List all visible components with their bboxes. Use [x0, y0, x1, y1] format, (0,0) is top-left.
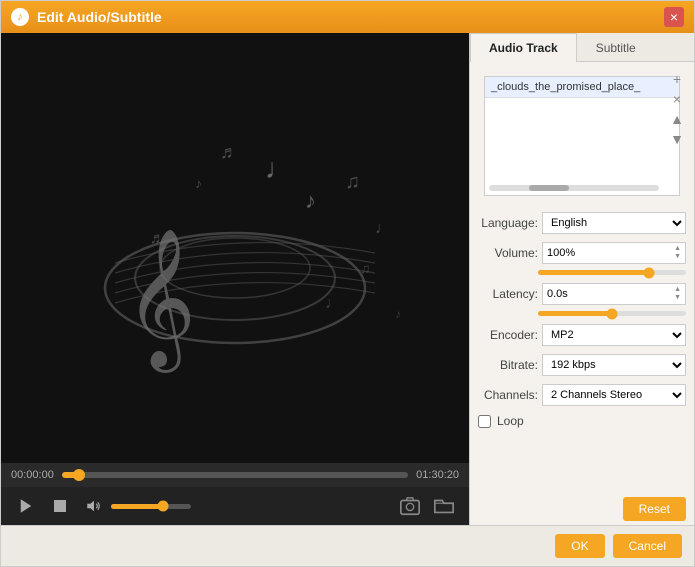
loop-row: Loop [470, 410, 694, 432]
volume-row: Volume: 100% ▲ ▼ [470, 238, 694, 268]
language-label: Language: [478, 216, 538, 230]
channels-row: Channels: 2 Channels Stereo 1 Channel Mo… [470, 380, 694, 410]
play-button[interactable] [15, 495, 37, 517]
volume-slider-row [470, 268, 694, 279]
titlebar-left: ♪ Edit Audio/Subtitle [11, 8, 162, 26]
reset-button[interactable]: Reset [623, 497, 686, 521]
svg-text:♩: ♩ [375, 220, 391, 237]
close-button[interactable]: × [664, 7, 684, 27]
latency-slider-thumb [607, 308, 618, 319]
track-scrollbar[interactable] [489, 185, 659, 191]
tab-subtitle[interactable]: Subtitle [577, 33, 655, 62]
controls-bar [1, 487, 469, 525]
camera-icon [399, 495, 421, 517]
time-total: 01:30:20 [416, 469, 459, 481]
bitrate-row: Bitrate: 128 kbps 192 kbps 256 kbps 320 … [470, 350, 694, 380]
edit-audio-subtitle-dialog: ♪ Edit Audio/Subtitle × [0, 0, 695, 567]
time-current: 00:00:00 [11, 469, 54, 481]
volume-spinbox-arrows[interactable]: ▲ ▼ [674, 243, 681, 263]
bitrate-label: Bitrate: [478, 358, 538, 372]
timeline-bar: 00:00:00 01:30:20 [1, 463, 469, 487]
svg-text:♬: ♬ [220, 142, 238, 162]
cancel-button[interactable]: Cancel [613, 534, 682, 558]
svg-text:♪: ♪ [395, 307, 401, 321]
video-area: 𝄞 ♩ ♪ ♫ ♬ ♩ ♪ ♫ ♩ ♬ ♪ [1, 33, 469, 463]
language-select[interactable]: English French German [542, 212, 686, 234]
volume-up-arrow[interactable]: ▲ [674, 245, 681, 253]
stop-button[interactable] [49, 495, 71, 517]
settings-spacer [470, 432, 694, 493]
volume-track[interactable] [538, 270, 686, 275]
title-icon: ♪ [11, 8, 29, 26]
progress-thumb [73, 469, 85, 481]
track-list[interactable]: _clouds_the_promised_place_ [484, 76, 680, 196]
track-side-buttons: + × ▲ ▼ [666, 68, 688, 150]
svg-text:♩: ♩ [265, 153, 293, 184]
volume-icon [85, 497, 103, 515]
screenshot-button[interactable] [399, 495, 421, 517]
right-settings-actions: Reset [470, 493, 694, 525]
svg-text:♬: ♬ [150, 230, 165, 247]
track-down-button[interactable]: ▼ [668, 130, 686, 148]
tab-audio-track[interactable]: Audio Track [470, 33, 577, 62]
channels-label: Channels: [478, 388, 538, 402]
track-list-container: _clouds_the_promised_place_ + × ▲ ▼ [476, 68, 688, 204]
encoder-label: Encoder: [478, 328, 538, 342]
latency-row: Latency: 0.0s ▲ ▼ [470, 279, 694, 309]
svg-text:♫: ♫ [345, 171, 360, 193]
language-row: Language: English French German [470, 208, 694, 238]
volume-slider-fill [538, 270, 649, 275]
latency-down-arrow[interactable]: ▼ [674, 294, 681, 302]
track-up-button[interactable]: ▲ [668, 110, 686, 128]
folder-icon [433, 495, 455, 517]
settings-panel: Audio Track Subtitle _clouds_the_promise… [469, 33, 694, 525]
svg-text:♪: ♪ [195, 175, 202, 191]
tabs-bar: Audio Track Subtitle [470, 33, 694, 62]
channels-select[interactable]: 2 Channels Stereo 1 Channel Mono 5.1 Sur… [542, 384, 686, 406]
music-visual: 𝄞 ♩ ♪ ♫ ♬ ♩ ♪ ♫ ♩ ♬ ♪ [65, 88, 405, 408]
bitrate-select[interactable]: 128 kbps 192 kbps 256 kbps 320 kbps [542, 354, 686, 376]
latency-spinbox-arrows[interactable]: ▲ ▼ [674, 284, 681, 304]
latency-up-arrow[interactable]: ▲ [674, 286, 681, 294]
volume-label: Volume: [478, 246, 538, 260]
volume-down-arrow[interactable]: ▼ [674, 253, 681, 261]
volume-spinbox[interactable]: 100% ▲ ▼ [542, 242, 686, 264]
main-content: 𝄞 ♩ ♪ ♫ ♬ ♩ ♪ ♫ ♩ ♬ ♪ [1, 33, 694, 525]
latency-value: 0.0s [547, 288, 568, 300]
latency-label: Latency: [478, 287, 538, 301]
player-panel: 𝄞 ♩ ♪ ♫ ♬ ♩ ♪ ♫ ♩ ♬ ♪ [1, 33, 469, 525]
svg-text:♩: ♩ [325, 295, 341, 312]
volume-slider[interactable] [111, 504, 191, 509]
track-remove-button[interactable]: × [668, 90, 686, 108]
encoder-row: Encoder: MP2 MP3 AAC [470, 320, 694, 350]
loop-label: Loop [497, 414, 524, 428]
svg-text:♪: ♪ [305, 188, 316, 213]
loop-checkbox[interactable] [478, 415, 491, 428]
ok-button[interactable]: OK [555, 534, 604, 558]
volume-fill [111, 504, 163, 509]
volume-value: 100% [547, 247, 575, 259]
latency-spinbox[interactable]: 0.0s ▲ ▼ [542, 283, 686, 305]
titlebar: ♪ Edit Audio/Subtitle × [1, 1, 694, 33]
dialog-title: Edit Audio/Subtitle [37, 9, 162, 25]
track-add-button[interactable]: + [668, 70, 686, 88]
folder-button[interactable] [433, 495, 455, 517]
progress-track[interactable] [62, 472, 408, 478]
bottom-bar: OK Cancel [1, 525, 694, 566]
volume-thumb [158, 501, 169, 512]
track-item[interactable]: _clouds_the_promised_place_ [485, 77, 679, 98]
volume-area [83, 495, 191, 517]
stop-icon [51, 497, 69, 515]
volume-slider-thumb [644, 267, 655, 278]
play-icon [17, 497, 35, 515]
latency-slider-row [470, 309, 694, 320]
latency-slider-fill [538, 311, 612, 316]
encoder-select[interactable]: MP2 MP3 AAC [542, 324, 686, 346]
track-scrollbar-thumb [529, 185, 569, 191]
latency-track[interactable] [538, 311, 686, 316]
volume-button[interactable] [83, 495, 105, 517]
